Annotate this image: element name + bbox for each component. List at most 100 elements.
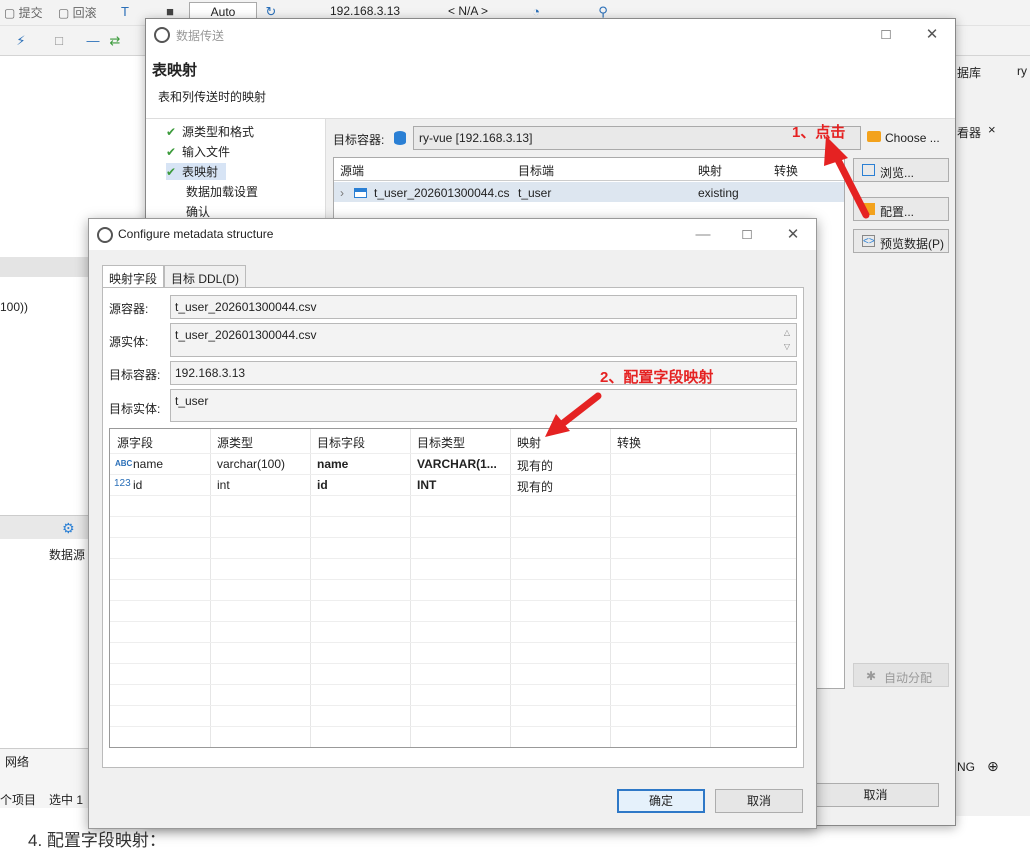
gear-icon[interactable]: ⚙ xyxy=(62,520,75,537)
dashboard-icon[interactable]: ◔ xyxy=(529,5,543,19)
grid-line xyxy=(110,537,796,538)
folder-icon xyxy=(867,131,881,142)
mapping-cell[interactable]: 现有的 xyxy=(517,457,553,474)
grid-line xyxy=(110,705,796,706)
commit-button[interactable]: ▢ 提交 xyxy=(4,4,43,21)
rollback-label: 回滚 xyxy=(72,6,97,20)
source-container-field[interactable]: t_user_202601300044.csv xyxy=(170,295,797,319)
grid-column xyxy=(110,429,211,747)
history-icon[interactable]: ↻ xyxy=(264,5,278,19)
step-source-type[interactable]: ✔ 源类型和格式 xyxy=(166,123,254,140)
source-field-cell[interactable]: id xyxy=(133,478,142,492)
database-icon xyxy=(394,131,406,145)
right-panel: 据库 ry 看器 × NG ⊕ xyxy=(955,56,1030,816)
config-icon xyxy=(862,203,875,215)
sparkle-icon: ✱ xyxy=(866,669,877,683)
preview-data-button[interactable]: <> 预览数据(P) xyxy=(853,229,949,253)
grid-line xyxy=(110,558,796,559)
ok-button[interactable]: 确定 xyxy=(617,789,705,813)
schema-selector[interactable]: < N/A > xyxy=(448,4,488,18)
field-mapping-panel: 源容器: t_user_202601300044.csv 源实体: t_user… xyxy=(102,287,804,768)
target-type-cell[interactable]: VARCHAR(1... xyxy=(417,457,497,471)
cancel-button[interactable]: 取消 xyxy=(715,789,803,813)
auto-assign-button[interactable]: ✱ 自动分配 xyxy=(853,663,949,687)
col-source-field[interactable]: 源字段 xyxy=(117,434,153,451)
tab-target-ddl[interactable]: 目标 DDL(D) xyxy=(164,265,246,287)
col-source[interactable]: 源端 xyxy=(340,162,364,179)
source-container-label: 源容器: xyxy=(109,302,149,316)
expand-icon[interactable]: › xyxy=(340,186,344,200)
close-icon[interactable]: × xyxy=(988,122,996,137)
grid-column xyxy=(511,429,611,747)
step-label: 确认 xyxy=(186,205,211,219)
grid-line xyxy=(110,684,796,685)
items-count: 个项目 xyxy=(0,793,37,807)
col-target[interactable]: 目标端 xyxy=(518,162,554,179)
source-cell: t_user_202601300044.cs xyxy=(374,186,510,200)
col-mapping[interactable]: 映射 xyxy=(698,162,722,179)
choose-button[interactable]: Choose ... xyxy=(863,125,953,151)
scroll-arrows-icon[interactable]: △ ▽ xyxy=(780,326,794,356)
app-icon xyxy=(154,27,170,43)
viewer-tab[interactable]: 看器 xyxy=(957,124,981,141)
search-icon[interactable]: ⚲ xyxy=(596,5,610,19)
annotation-step-1: 1、点击 xyxy=(792,124,846,141)
col-mapping[interactable]: 映射 xyxy=(517,434,541,451)
wizard-header: 表映射 表和列传送时的映射 xyxy=(146,51,955,119)
lock-icon[interactable]: ■ xyxy=(163,5,177,19)
text-type-icon: ABC xyxy=(115,459,133,468)
commit-label: 提交 xyxy=(18,6,43,20)
minimize-icon[interactable]: — xyxy=(693,225,713,245)
wizard-cancel-button[interactable]: 取消 xyxy=(812,783,939,807)
source-entity-field[interactable]: t_user_202601300044.csv △ ▽ xyxy=(170,323,797,357)
source-field-cell[interactable]: name xyxy=(133,457,163,471)
new-folder-icon[interactable]: □ xyxy=(52,34,66,48)
tab-field-mapping[interactable]: 映射字段 xyxy=(102,265,165,288)
choose-button-label: Choose ... xyxy=(885,131,940,145)
table-row[interactable]: › t_user_202601300044.cs t_user existing xyxy=(334,182,844,202)
browse-button[interactable]: 浏览... xyxy=(853,158,949,182)
grid-column xyxy=(311,429,411,747)
annotation-step-2: 2、配置字段映射 xyxy=(600,369,714,386)
host-selector[interactable]: 192.168.3.13 xyxy=(330,4,400,18)
field-mapping-grid[interactable]: 源字段 源类型 目标字段 目标类型 映射 转换 ABC name varchar… xyxy=(109,428,797,748)
step-input-file[interactable]: ✔ 输入文件 xyxy=(166,143,230,160)
dialog-titlebar: Configure metadata structure — □ ✕ xyxy=(89,219,816,250)
mapping-cell[interactable]: 现有的 xyxy=(517,478,553,495)
source-type-cell: int xyxy=(217,478,230,492)
database-nav-label-2: ry xyxy=(1017,64,1027,78)
grid-line xyxy=(110,495,796,496)
step-label: 数据加载设置 xyxy=(186,185,259,199)
collapse-icon[interactable]: — xyxy=(86,34,100,48)
grid-column xyxy=(211,429,311,747)
rollback-button[interactable]: ▢ 回滚 xyxy=(58,4,97,21)
target-field-cell[interactable]: id xyxy=(317,478,328,492)
col-target-field[interactable]: 目标字段 xyxy=(317,434,365,451)
col-transform[interactable]: 转换 xyxy=(617,434,641,451)
connect-icon[interactable]: ⚡ xyxy=(14,34,28,48)
transaction-mode-icon[interactable]: T xyxy=(118,5,132,19)
zoom-in-icon[interactable]: ⊕ xyxy=(987,758,999,775)
wizard-title: 数据传送 xyxy=(176,29,225,43)
wizard-titlebar: 数据传送 □ ✕ xyxy=(146,19,955,51)
col-target-type[interactable]: 目标类型 xyxy=(417,434,465,451)
preview-label: 预览数据(P) xyxy=(880,237,944,251)
grid-line xyxy=(110,642,796,643)
grid-line xyxy=(110,726,796,727)
maximize-icon[interactable]: □ xyxy=(876,25,896,45)
step-table-mapping[interactable]: ✔ 表映射 xyxy=(166,163,227,180)
bottom-status-area: 网络 个项目 选中 1 xyxy=(0,748,90,808)
configure-metadata-dialog: Configure metadata structure — □ ✕ 映射字段 … xyxy=(88,218,817,829)
link-icon[interactable]: ⇄ xyxy=(108,34,122,48)
configure-button[interactable]: 配置... xyxy=(853,197,949,221)
target-entity-field[interactable]: t_user xyxy=(170,389,797,422)
col-source-type[interactable]: 源类型 xyxy=(217,434,253,451)
target-field-cell[interactable]: name xyxy=(317,457,348,471)
target-type-cell[interactable]: INT xyxy=(417,478,436,492)
close-icon[interactable]: ✕ xyxy=(783,225,803,245)
col-transform[interactable]: 转换 xyxy=(774,162,798,179)
browse-label: 浏览... xyxy=(880,166,915,180)
step-load-settings[interactable]: 数据加载设置 xyxy=(186,183,258,200)
maximize-icon[interactable]: □ xyxy=(737,225,757,245)
close-icon[interactable]: ✕ xyxy=(922,25,942,45)
